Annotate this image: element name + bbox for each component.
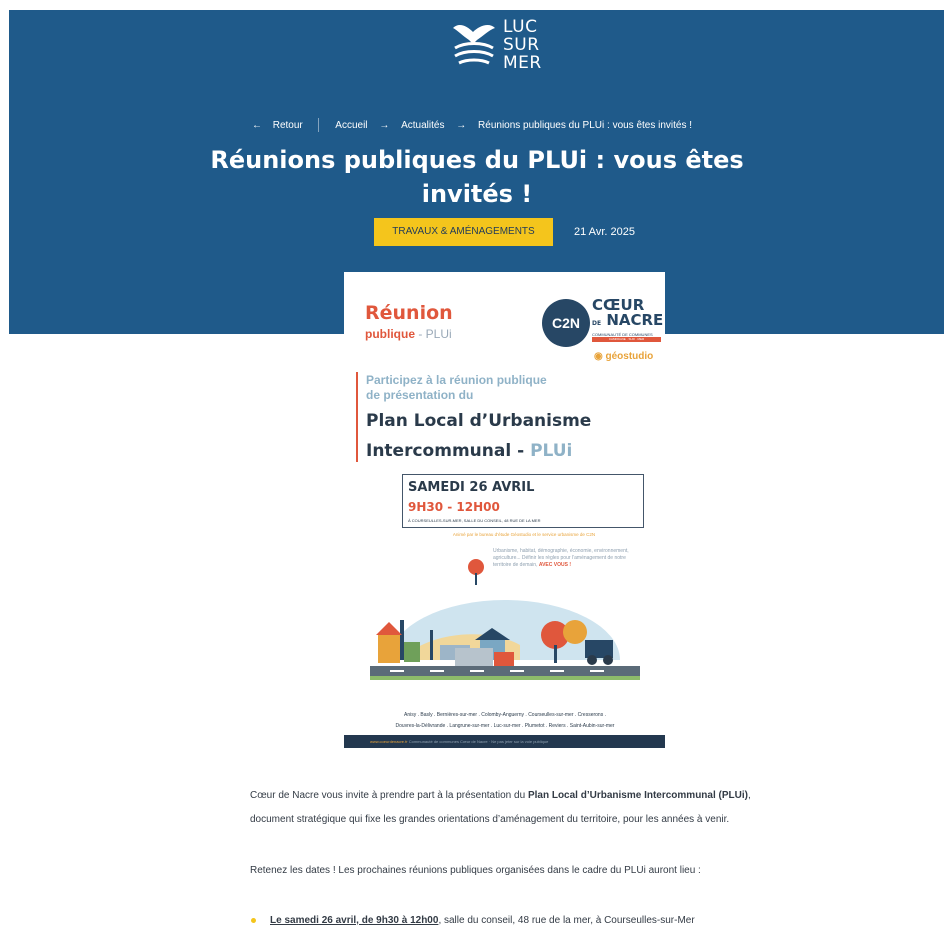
poster-date-box: SAMEDI 26 AVRIL 9H30 - 12H00 À COURSEULL… — [402, 474, 644, 528]
back-arrow-icon: ← — [251, 119, 262, 131]
poster-accent-bar — [356, 372, 358, 462]
whale-tail-icon — [453, 25, 495, 65]
poster-animated-by: Animé par le bureau d’étude Géostudio et… — [452, 532, 596, 537]
publish-date: 21 Avr. 2025 — [574, 226, 635, 238]
poster-plan-title: Plan Local d’Urbanisme Intercommunal - P… — [366, 411, 592, 461]
list-item: Le samedi 26 avril, de 9h30 à 12h00, sal… — [270, 915, 695, 926]
intro-paragraph: Cœur de Nacre vous invite à prendre part… — [250, 790, 751, 801]
poster-heading: Réunion — [365, 302, 453, 324]
back-link[interactable]: Retour — [273, 120, 303, 131]
site-logo[interactable]: LUC SUR MER — [449, 18, 569, 78]
tree-icon — [468, 559, 484, 585]
breadcrumb-divider — [317, 118, 319, 132]
arrow-right-icon: → — [456, 119, 467, 131]
poster-towns: Anisy . Basly . Bernières-sur-mer . Colo… — [395, 712, 615, 729]
poster-topics: Urbanisme, habitat, démographie, économi… — [493, 548, 629, 568]
town-illustration — [370, 600, 640, 680]
category-tag[interactable]: Travaux & aménagements — [374, 218, 553, 246]
breadcrumb: ← Retour Accueil → Actualités → Réunions… — [0, 118, 944, 132]
logo-text: LUC SUR MER — [503, 17, 542, 73]
location-pin-icon: ◉ — [594, 351, 603, 362]
coeur-de-nacre-logo: CŒUR DE NACRE — [592, 296, 664, 329]
dates-paragraph: Retenez les dates ! Les prochaines réuni… — [250, 865, 701, 876]
breadcrumb-news-link[interactable]: Actualités — [401, 120, 444, 131]
breadcrumb-current: Réunions publiques du PLUi : vous êtes i… — [478, 119, 693, 131]
page-title: Réunions publiques du PLUi : vous êtes i… — [210, 146, 744, 208]
geostudio-logo: ◉ géostudio — [594, 351, 654, 362]
bullet-icon — [251, 918, 256, 923]
plui-bold: Plan Local d’Urbanisme Intercommunal (PL… — [527, 790, 748, 801]
c2n-logo: C2N — [542, 299, 590, 347]
campagne-bar: CAMPAGNE · SUR · MER — [592, 337, 661, 342]
poster-subheading: publique - PLUi — [365, 327, 452, 341]
intro-paragraph-2: document stratégique qui fixe les grande… — [250, 814, 730, 825]
poster-invitation: Participez à la réunion publique de prés… — [366, 373, 547, 402]
poster-image: Réunion publique - PLUi C2N CŒUR DE NACR… — [344, 272, 665, 748]
breadcrumb-home-link[interactable]: Accueil — [335, 120, 367, 131]
arrow-right-icon: → — [379, 119, 390, 131]
poster-footer: www.coeurdenacre.fr Communauté de commun… — [344, 735, 665, 748]
